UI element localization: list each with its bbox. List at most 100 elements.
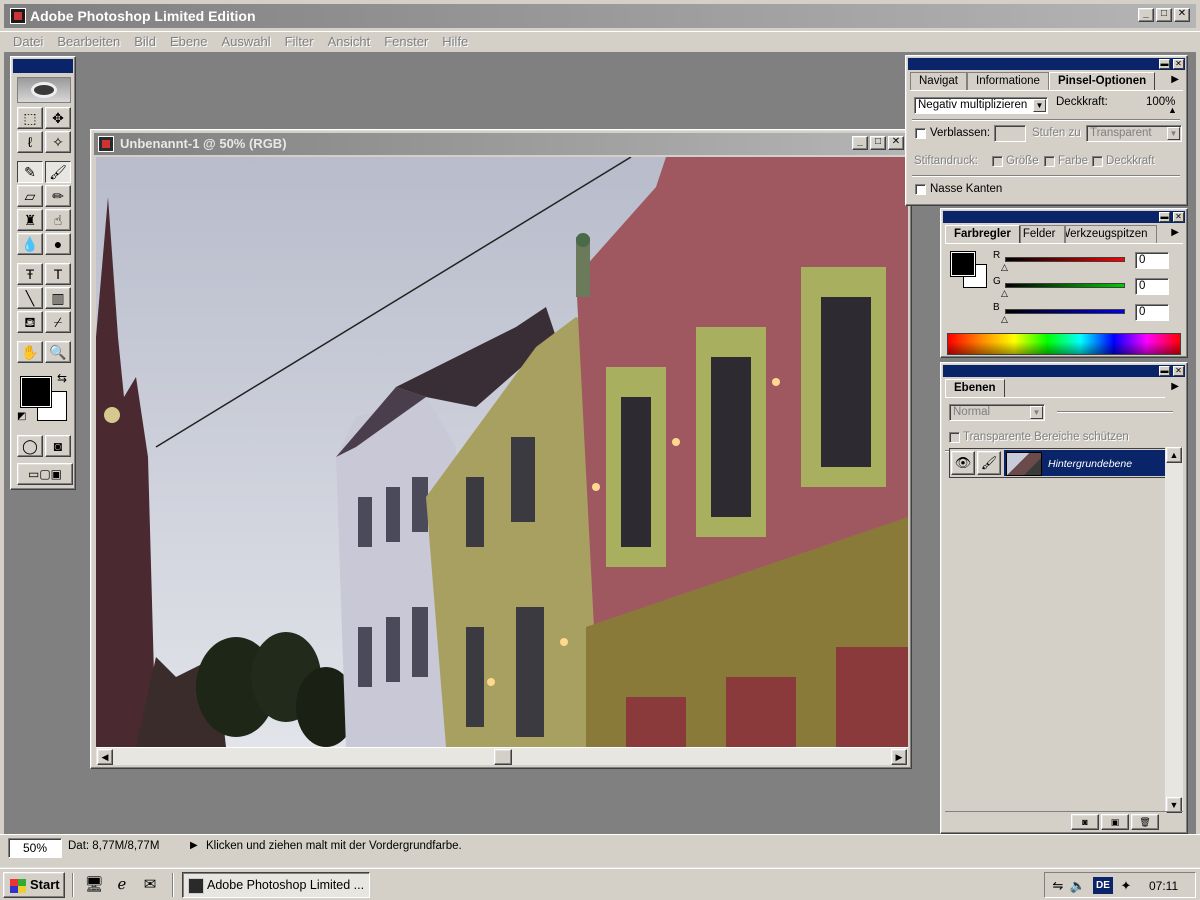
menu-auswahl[interactable]: Auswahl bbox=[215, 32, 278, 52]
red-slider[interactable] bbox=[1005, 257, 1125, 262]
color-panel-foreground-swatch[interactable] bbox=[950, 251, 976, 277]
outlook-express-icon[interactable]: ✉ bbox=[140, 875, 160, 895]
menu-filter[interactable]: Filter bbox=[278, 32, 321, 52]
layer-blend-mode-dropdown[interactable]: Normal ▼ bbox=[949, 404, 1045, 421]
scroll-left-icon[interactable]: ◀ bbox=[97, 749, 113, 765]
start-button[interactable]: Start bbox=[3, 872, 65, 898]
tab-brush-options[interactable]: Pinsel-Optionen bbox=[1048, 72, 1156, 90]
rubber-stamp-tool-icon[interactable]: ♜ bbox=[17, 209, 43, 231]
panel-close-icon[interactable]: ✕ bbox=[1173, 366, 1184, 376]
blend-mode-dropdown[interactable]: Negativ multiplizieren ▼ bbox=[914, 97, 1048, 114]
doc-close-button[interactable]: ✕ bbox=[888, 136, 904, 150]
green-value-input[interactable]: 0 bbox=[1135, 278, 1169, 295]
paintbrush-tool-icon[interactable]: 🖌 bbox=[45, 161, 71, 183]
fade-steps-input[interactable] bbox=[994, 125, 1026, 142]
doc-maximize-button[interactable]: □ bbox=[870, 136, 886, 150]
clock[interactable]: 07:11 bbox=[1149, 879, 1178, 893]
quick-mask-mode-icon[interactable]: ◙ bbox=[45, 435, 71, 457]
wet-edges-checkbox[interactable] bbox=[915, 184, 926, 195]
photoshop-app-icon[interactable] bbox=[10, 8, 26, 24]
panel-close-icon[interactable]: ✕ bbox=[1173, 59, 1184, 69]
language-indicator[interactable]: DE bbox=[1093, 877, 1113, 894]
internet-explorer-icon[interactable]: ℯ bbox=[112, 875, 132, 895]
zoom-field[interactable]: 50% bbox=[8, 838, 62, 858]
blue-slider[interactable] bbox=[1005, 309, 1125, 314]
default-colors-icon[interactable]: ◩ bbox=[17, 411, 26, 422]
doc-minimize-button[interactable]: _ bbox=[852, 136, 868, 150]
pencil-tool-icon[interactable]: ✏ bbox=[45, 185, 71, 207]
tab-navigator[interactable]: Navigat bbox=[910, 72, 967, 90]
standard-mode-icon[interactable]: ◯ bbox=[17, 435, 43, 457]
panel-menu-arrow-icon[interactable]: ▶ bbox=[1171, 227, 1179, 238]
gradient-tool-icon[interactable]: ▥ bbox=[45, 287, 71, 309]
foreground-color-swatch[interactable] bbox=[20, 376, 52, 408]
menu-ansicht[interactable]: Ansicht bbox=[321, 32, 378, 52]
preserve-transparency-checkbox[interactable] bbox=[949, 432, 960, 443]
tab-color[interactable]: Farbregler bbox=[945, 225, 1020, 243]
fade-checkbox[interactable] bbox=[915, 128, 926, 139]
menu-datei[interactable]: Datei bbox=[6, 32, 50, 52]
magic-wand-tool-icon[interactable]: ✧ bbox=[45, 131, 71, 153]
document-title-bar[interactable]: Unbenannt-1 @ 50% (RGB) _ □ ✕ bbox=[94, 133, 908, 155]
panel-menu-arrow-icon[interactable]: ▶ bbox=[1171, 381, 1179, 392]
show-desktop-icon[interactable]: 🖥 bbox=[84, 875, 104, 895]
close-button[interactable]: ✕ bbox=[1174, 8, 1190, 22]
marquee-tool-icon[interactable]: ⬚ bbox=[17, 107, 43, 129]
opacity-slider-icon[interactable]: ▲ bbox=[1168, 105, 1177, 115]
hand-tool-icon[interactable]: ✋ bbox=[17, 341, 43, 363]
tray-app-icon[interactable]: ✦ bbox=[1117, 877, 1135, 895]
paint-bucket-tool-icon[interactable]: ⛾ bbox=[17, 311, 43, 333]
status-menu-arrow-icon[interactable]: ▶ bbox=[190, 840, 198, 851]
lasso-tool-icon[interactable]: ℓ bbox=[17, 131, 43, 153]
type-tool-icon[interactable]: T bbox=[45, 263, 71, 285]
minimize-button[interactable]: _ bbox=[1138, 8, 1154, 22]
tab-info[interactable]: Informatione bbox=[967, 72, 1049, 90]
move-tool-icon[interactable]: ✥ bbox=[45, 107, 71, 129]
eraser-tool-icon[interactable]: ▱ bbox=[17, 185, 43, 207]
menu-bearbeiten[interactable]: Bearbeiten bbox=[50, 32, 127, 52]
green-slider[interactable] bbox=[1005, 283, 1125, 288]
green-slider-handle-icon[interactable]: △ bbox=[1001, 289, 1008, 298]
document-size[interactable]: Dat: 8,77M/8,77M bbox=[68, 840, 159, 852]
blue-slider-handle-icon[interactable]: △ bbox=[1001, 315, 1008, 324]
layer-row-background[interactable]: 👁 🖌 Hintergrundebene bbox=[949, 448, 1171, 478]
image-canvas[interactable] bbox=[96, 157, 908, 747]
layers-vertical-scrollbar[interactable]: ▲ ▼ bbox=[1165, 447, 1183, 813]
app-title-bar[interactable]: Adobe Photoshop Limited Edition _ □ ✕ bbox=[0, 0, 1200, 32]
stylus-color-checkbox[interactable] bbox=[1044, 156, 1055, 167]
menu-ebene[interactable]: Ebene bbox=[163, 32, 215, 52]
scroll-thumb[interactable] bbox=[494, 749, 512, 765]
type-mask-tool-icon[interactable]: Ŧ bbox=[17, 263, 43, 285]
panel-close-icon[interactable]: ✕ bbox=[1173, 212, 1184, 222]
delete-layer-icon[interactable]: 🗑 bbox=[1131, 814, 1159, 830]
fade-target-dropdown[interactable]: Transparent ▼ bbox=[1086, 125, 1182, 142]
network-icon[interactable]: ⇋ bbox=[1049, 877, 1067, 895]
menu-fenster[interactable]: Fenster bbox=[377, 32, 435, 52]
blur-tool-icon[interactable]: 💧 bbox=[17, 233, 43, 255]
red-slider-handle-icon[interactable]: △ bbox=[1001, 263, 1008, 272]
color-spectrum-bar[interactable] bbox=[947, 333, 1181, 355]
red-value-input[interactable]: 0 bbox=[1135, 252, 1169, 269]
task-photoshop[interactable]: Adobe Photoshop Limited ... bbox=[182, 872, 370, 898]
line-tool-icon[interactable]: ╲ bbox=[17, 287, 43, 309]
panel-minimize-icon[interactable]: ▬ bbox=[1159, 212, 1170, 222]
tab-swatches[interactable]: Felder bbox=[1019, 225, 1065, 243]
panel-minimize-icon[interactable]: ▬ bbox=[1159, 366, 1170, 376]
stylus-opacity-checkbox[interactable] bbox=[1092, 156, 1103, 167]
swap-colors-icon[interactable]: ⇆ bbox=[57, 371, 67, 385]
tab-layers[interactable]: Ebenen bbox=[945, 379, 1005, 397]
layer-visibility-eye-icon[interactable]: 👁 bbox=[951, 451, 975, 475]
color-panel-title-bar[interactable]: ▬ ✕ bbox=[943, 211, 1185, 223]
tab-brushes[interactable]: Werkzeugspitzen bbox=[1064, 225, 1157, 243]
menu-bild[interactable]: Bild bbox=[127, 32, 163, 52]
burn-tool-icon[interactable]: ● bbox=[45, 233, 71, 255]
blue-value-input[interactable]: 0 bbox=[1135, 304, 1169, 321]
eyedropper-tool-icon[interactable]: ⌿ bbox=[45, 311, 71, 333]
zoom-tool-icon[interactable]: 🔍 bbox=[45, 341, 71, 363]
scroll-right-icon[interactable]: ▶ bbox=[891, 749, 907, 765]
scroll-up-icon[interactable]: ▲ bbox=[1166, 447, 1182, 463]
toolbox-title-bar[interactable] bbox=[13, 59, 73, 73]
smudge-tool-icon[interactable]: ☝ bbox=[45, 209, 71, 231]
screen-mode-icons[interactable]: ▭▢▣ bbox=[17, 463, 73, 485]
layers-panel-title-bar[interactable]: ▬ ✕ bbox=[943, 365, 1185, 377]
